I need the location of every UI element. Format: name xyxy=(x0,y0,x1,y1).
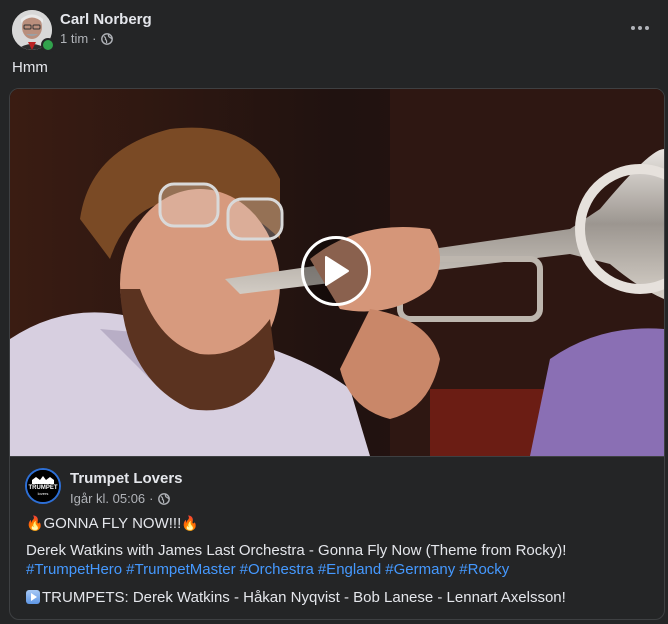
online-status-dot xyxy=(41,38,55,52)
shared-post-meta: Igår kl. 05:06 · xyxy=(70,491,170,506)
shared-post-time[interactable]: Igår kl. 05:06 xyxy=(70,491,145,506)
hashtag-link[interactable]: #Germany xyxy=(385,561,455,578)
page-avatar[interactable]: TRUMPET lovers xyxy=(25,468,61,504)
shared-post-body: TRUMPET lovers Trumpet Lovers Igår kl. 0… xyxy=(10,456,664,619)
hashtag-list: #TrumpetHero #TrumpetMaster #Orchestra #Eng… xyxy=(26,561,513,578)
meta-separator: · xyxy=(92,31,97,46)
post-meta: 1 tim · xyxy=(60,31,113,46)
shared-credits-line: TRUMPETS: Derek Watkins - Håkan Nyqvist … xyxy=(26,589,566,606)
more-dot xyxy=(645,26,649,30)
fire-emoji-icon: 🔥 xyxy=(26,515,44,531)
play-emoji-icon xyxy=(26,590,40,604)
globe-icon[interactable] xyxy=(157,492,170,505)
more-dot xyxy=(638,26,642,30)
hashtag-link[interactable]: #Rocky xyxy=(459,561,509,578)
page-logo-icon: TRUMPET lovers xyxy=(27,470,59,502)
play-icon xyxy=(325,256,349,286)
page-logo-subtext: lovers xyxy=(38,491,49,496)
hashtag-link[interactable]: #Orchestra xyxy=(240,561,314,578)
author-name[interactable]: Carl Norberg xyxy=(60,11,152,28)
shared-headline: GONNA FLY NOW!!! xyxy=(43,515,182,532)
shared-post-card[interactable]: TRUMPET lovers Trumpet Lovers Igår kl. 0… xyxy=(9,88,665,620)
post-time[interactable]: 1 tim xyxy=(60,31,88,46)
more-options-button[interactable] xyxy=(624,14,656,42)
shared-credits: TRUMPETS: Derek Watkins - Håkan Nyqvist … xyxy=(42,589,566,606)
hashtag-link[interactable]: #TrumpetHero xyxy=(26,561,122,578)
fire-emoji-icon: 🔥 xyxy=(181,515,199,531)
play-button[interactable] xyxy=(301,236,371,306)
post-header: Carl Norberg 1 tim · xyxy=(12,10,656,52)
meta-separator: · xyxy=(149,491,154,506)
shared-headline-line: 🔥GONNA FLY NOW!!!🔥 xyxy=(26,515,199,532)
more-horizontal-icon xyxy=(631,26,635,30)
globe-icon[interactable] xyxy=(100,32,113,45)
hashtag-link[interactable]: #TrumpetMaster xyxy=(126,561,235,578)
post-text: Hmm xyxy=(12,59,48,76)
page-name[interactable]: Trumpet Lovers xyxy=(70,470,183,487)
video-player[interactable] xyxy=(10,89,664,456)
shared-description: Derek Watkins with James Last Orchestra … xyxy=(26,542,567,559)
hashtag-link[interactable]: #England xyxy=(318,561,381,578)
